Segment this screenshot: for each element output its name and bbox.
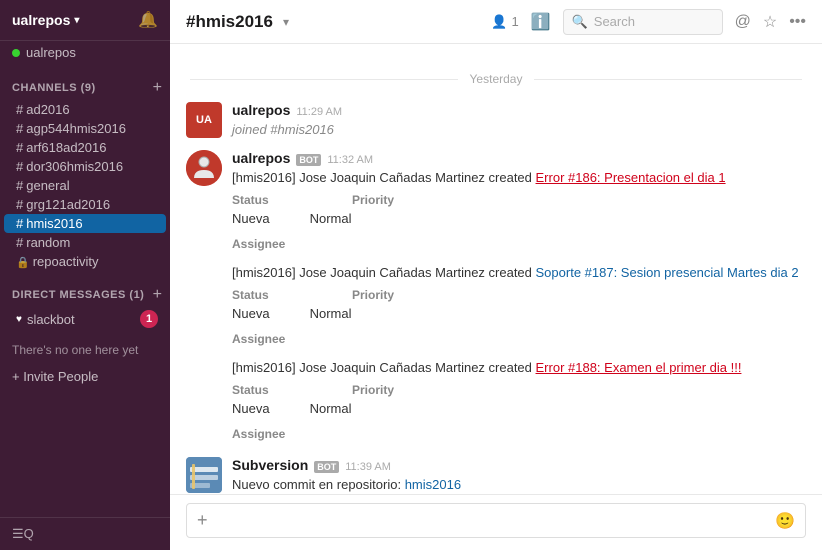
- date-divider: Yesterday: [170, 72, 822, 86]
- sidebar: ualrepos ▾ 🔔 ualrepos CHANNELS (9) + #ad…: [0, 0, 170, 550]
- topbar: #hmis2016 ▾ 👤 1 ℹ️ 🔍 Search @ ☆ •••: [170, 0, 822, 44]
- avatar-subversion: [186, 457, 222, 493]
- ticket-table-2: Status Priority Nueva Normal Assignee: [232, 286, 806, 348]
- search-placeholder-text: Search: [594, 14, 635, 29]
- workspace-name[interactable]: ualrepos ▾: [12, 12, 79, 28]
- channel-caret-icon[interactable]: ▾: [283, 15, 289, 29]
- no-one-text: There's no one here yet: [0, 335, 170, 365]
- sidebar-header: ualrepos ▾ 🔔: [0, 0, 170, 41]
- workspace-caret-icon: ▾: [74, 15, 79, 26]
- bell-icon[interactable]: 🔔: [138, 10, 158, 30]
- messages-area: Yesterday UA ualrepos 11:29 AM joined #h…: [170, 44, 822, 494]
- sidebar-item-repoactivity[interactable]: 🔒repoactivity: [4, 252, 166, 271]
- workspace-status: ualrepos: [0, 41, 170, 68]
- sidebar-item-agp544hmis2016[interactable]: #agp544hmis2016: [4, 119, 166, 138]
- dm-section: DIRECT MESSAGES (1) + ♥ slackbot 1: [0, 275, 170, 335]
- message-content-3: Subversion BOT 11:39 AM Nuevo commit en …: [232, 457, 806, 495]
- bot-badge-2: BOT: [296, 154, 321, 166]
- status-name: ualrepos: [26, 45, 76, 60]
- bot-badge-3: BOT: [314, 461, 339, 473]
- search-icon: 🔍: [572, 14, 588, 30]
- avatar-ualrepos-1: UA: [186, 102, 222, 138]
- ticket-186-link[interactable]: Error #186: Presentacion el dia 1: [536, 170, 726, 185]
- message-author-3: Subversion: [232, 457, 308, 473]
- message-input[interactable]: [216, 513, 768, 528]
- ticket-187-link[interactable]: Soporte #187: Sesion presencial Martes d…: [536, 265, 799, 280]
- dm-name-slackbot: ♥ slackbot: [16, 312, 75, 327]
- ticket-table-1: Status Priority Nueva Normal Assignee: [232, 191, 806, 253]
- emoji-button[interactable]: 🙂: [775, 511, 795, 531]
- add-channel-button[interactable]: +: [153, 80, 162, 96]
- message-body-3: Nuevo commit en repositorio: hmis2016 Re…: [232, 475, 806, 495]
- member-count[interactable]: 👤 1: [491, 14, 518, 30]
- info-icon[interactable]: ℹ️: [531, 12, 551, 32]
- commit-repo-1-link[interactable]: hmis2016: [405, 477, 461, 492]
- add-dm-button[interactable]: +: [153, 287, 162, 303]
- dm-status-dot: ♥: [16, 314, 22, 325]
- message-body-1: joined #hmis2016: [232, 120, 806, 140]
- sidebar-footer[interactable]: ☰Q: [0, 517, 170, 550]
- message-content-1: ualrepos 11:29 AM joined #hmis2016: [232, 102, 806, 140]
- message-author-2: ualrepos: [232, 150, 290, 166]
- message-header-2: ualrepos BOT 11:32 AM: [232, 150, 806, 166]
- menu-icon: ☰Q: [12, 526, 34, 542]
- sidebar-item-hmis2016[interactable]: #hmis2016: [4, 214, 166, 233]
- message-content-2: ualrepos BOT 11:32 AM [hmis2016] Jose Jo…: [232, 150, 806, 447]
- ticket-188-link[interactable]: Error #188: Examen el primer dia !!!: [536, 360, 742, 375]
- search-bar[interactable]: 🔍 Search: [563, 9, 723, 35]
- invite-people-button[interactable]: + Invite People: [0, 365, 170, 388]
- sidebar-item-ad2016[interactable]: #ad2016: [4, 100, 166, 119]
- topbar-icons: 👤 1 ℹ️ 🔍 Search @ ☆ •••: [491, 9, 806, 35]
- message-input-area: + 🙂: [170, 494, 822, 550]
- sidebar-item-arf618ad2016[interactable]: #arf618ad2016: [4, 138, 166, 157]
- channels-section-header: CHANNELS (9) +: [0, 80, 170, 100]
- avatar-ualrepos-2: [186, 150, 222, 186]
- message-3: Subversion BOT 11:39 AM Nuevo commit en …: [170, 453, 822, 495]
- channels-section-title: CHANNELS (9): [12, 82, 96, 94]
- message-time-3: 11:39 AM: [345, 461, 391, 473]
- member-count-value: 1: [511, 14, 518, 29]
- message-header-3: Subversion BOT 11:39 AM: [232, 457, 806, 473]
- channels-section: CHANNELS (9) + #ad2016 #agp544hmis2016 #…: [0, 68, 170, 275]
- at-icon[interactable]: @: [735, 13, 751, 31]
- dm-item-slackbot[interactable]: ♥ slackbot 1: [4, 307, 166, 331]
- ticket-table-3: Status Priority Nueva Normal Assignee: [232, 381, 806, 443]
- message-1: UA ualrepos 11:29 AM joined #hmis2016: [170, 98, 822, 144]
- more-icon[interactable]: •••: [789, 13, 806, 31]
- status-dot: [12, 49, 20, 57]
- channel-title: #hmis2016: [186, 12, 273, 32]
- sidebar-item-general[interactable]: #general: [4, 176, 166, 195]
- message-2: ualrepos BOT 11:32 AM [hmis2016] Jose Jo…: [170, 146, 822, 451]
- dm-section-header: DIRECT MESSAGES (1) +: [0, 287, 170, 307]
- message-time-1: 11:29 AM: [296, 106, 342, 118]
- people-icon: 👤: [491, 14, 507, 30]
- message-time-2: 11:32 AM: [327, 154, 373, 166]
- sidebar-item-random[interactable]: #random: [4, 233, 166, 252]
- message-header-1: ualrepos 11:29 AM: [232, 102, 806, 118]
- dm-section-title: DIRECT MESSAGES (1): [12, 289, 144, 301]
- message-author-1: ualrepos: [232, 102, 290, 118]
- dm-badge-slackbot: 1: [140, 310, 158, 328]
- message-body-2: [hmis2016] Jose Joaquin Cañadas Martinez…: [232, 168, 806, 443]
- star-icon[interactable]: ☆: [763, 12, 777, 32]
- message-input-box: + 🙂: [186, 503, 806, 538]
- add-attachment-button[interactable]: +: [197, 510, 208, 531]
- sidebar-item-grg121ad2016[interactable]: #grg121ad2016: [4, 195, 166, 214]
- main-content: #hmis2016 ▾ 👤 1 ℹ️ 🔍 Search @ ☆ ••• Yest…: [170, 0, 822, 550]
- sidebar-item-dor306hmis2016[interactable]: #dor306hmis2016: [4, 157, 166, 176]
